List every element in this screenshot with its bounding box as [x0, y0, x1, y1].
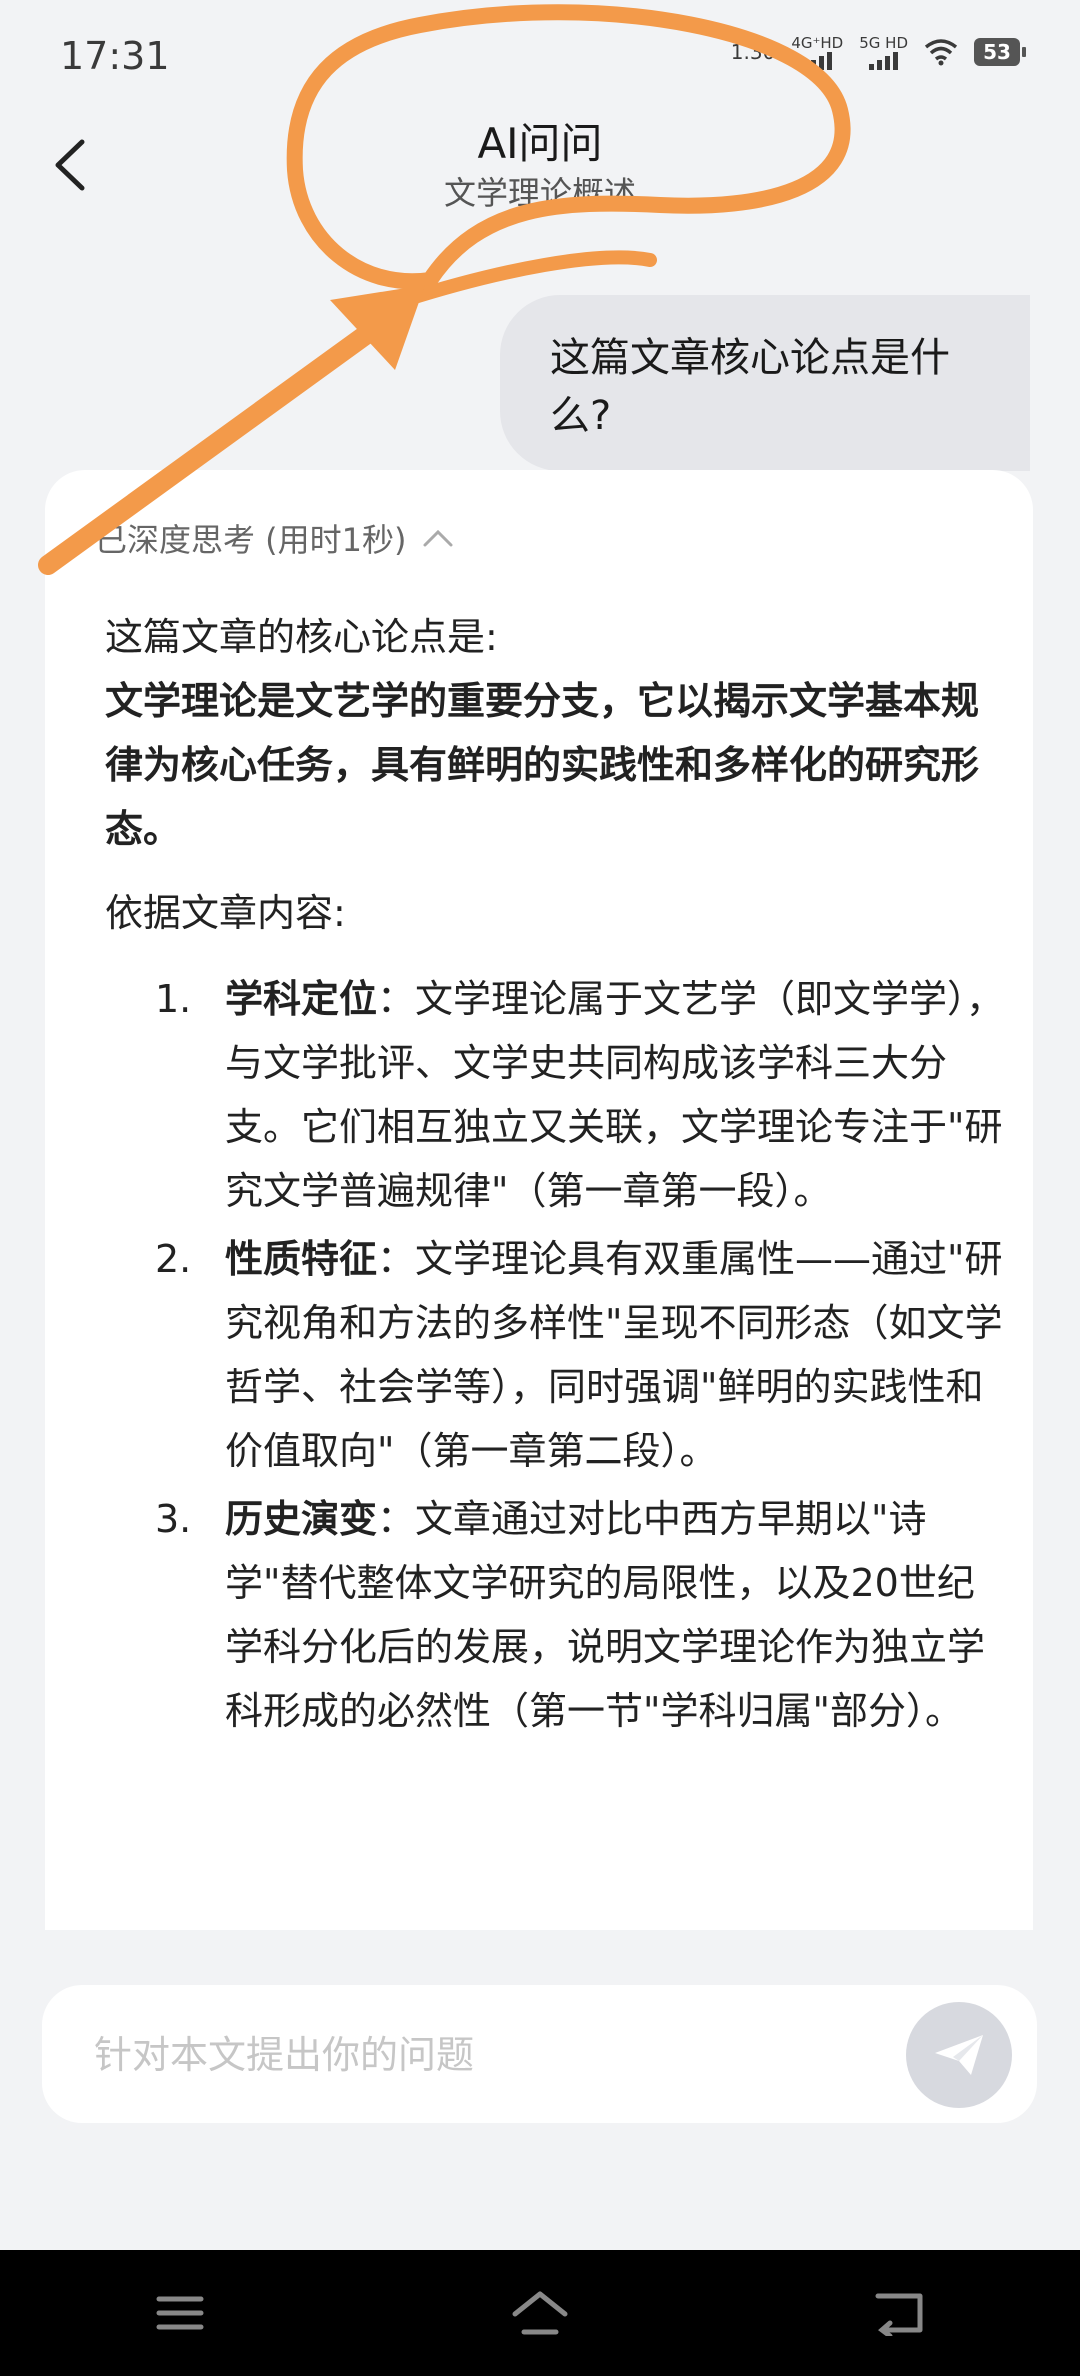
battery-level: 53	[983, 40, 1011, 64]
chevron-up-icon	[423, 529, 453, 547]
home-button[interactable]	[480, 2273, 600, 2353]
answer-lead: 这篇文章的核心论点是:	[105, 615, 498, 659]
list-item-title: 历史演变	[225, 1497, 378, 1541]
signal-4g-icon: 4G⁺HD	[791, 34, 843, 70]
page-subtitle: 文学理论概述	[443, 174, 636, 212]
list-item-number: 2.	[155, 1237, 192, 1281]
answer-body: 这篇文章的核心论点是: 文学理论是文艺学的重要分支，它以揭示文学基本规律为核心任…	[105, 605, 1005, 1747]
system-nav-bar	[0, 2250, 1080, 2376]
user-message-bubble: 这篇文章核心论点是什么?	[500, 295, 1030, 471]
annotation-arrow-head	[330, 285, 425, 370]
net-speed: 1.30	[730, 40, 776, 64]
answer-basis: 依据文章内容:	[105, 891, 346, 935]
home-icon	[512, 2291, 568, 2335]
return-icon	[875, 2293, 923, 2336]
question-input-bar	[42, 1985, 1037, 2125]
send-icon	[935, 2035, 983, 2075]
annotation-underline	[398, 250, 657, 307]
thinking-label: 已深度思考 (用时1秒)	[95, 521, 407, 559]
status-time: 17:31	[60, 34, 170, 78]
question-input[interactable]	[92, 1985, 896, 2125]
list-item: 3. 历史演变：文章通过对比中西方早期以"诗学"替代整体文学研究的局限性，以及2…	[105, 1487, 1005, 1743]
list-item: 1. 学科定位：文学理论属于文艺学（即文学学），与文学批评、文学史共同构成该学科…	[105, 967, 1005, 1223]
return-button[interactable]	[840, 2273, 960, 2353]
thinking-toggle[interactable]: 已深度思考 (用时1秒)	[95, 515, 455, 561]
answer-points-list: 1. 学科定位：文学理论属于文艺学（即文学学），与文学批评、文学史共同构成该学科…	[105, 967, 1005, 1743]
signal-5g-label: 5G HD	[859, 34, 908, 52]
user-message-text: 这篇文章核心论点是什么?	[550, 335, 950, 439]
list-item-number: 1.	[155, 977, 192, 1021]
page-title: AI问问	[477, 119, 603, 168]
list-item-title: 性质特征	[225, 1237, 378, 1281]
list-item: 2. 性质特征：文学理论具有双重属性——通过"研究视角和方法的多样性"呈现不同形…	[105, 1227, 1005, 1483]
signal-4g-label: 4G⁺HD	[791, 34, 844, 52]
list-item-number: 3.	[155, 1497, 192, 1541]
menu-button[interactable]	[120, 2273, 240, 2353]
menu-icon	[156, 2296, 204, 2330]
header: AI问问 文学理论概述	[0, 110, 1080, 250]
list-item-title: 学科定位	[225, 977, 378, 1021]
battery-icon: 53	[974, 38, 1026, 66]
signal-5g-icon: 5G HD	[859, 34, 908, 70]
status-icons: 1.30 4G⁺HD 5G HD 53	[730, 34, 1026, 70]
wifi-icon	[924, 39, 958, 66]
answer-card: 已深度思考 (用时1秒) 这篇文章的核心论点是: 文学理论是文艺学的重要分支，它…	[45, 470, 1033, 1930]
status-bar: 17:31 1.30 4G⁺HD 5G HD 53	[0, 0, 1080, 110]
answer-core-thesis: 文学理论是文艺学的重要分支，它以揭示文学基本规律为核心任务，具有鲜明的实践性和多…	[105, 679, 980, 851]
send-button[interactable]	[906, 2002, 1012, 2108]
